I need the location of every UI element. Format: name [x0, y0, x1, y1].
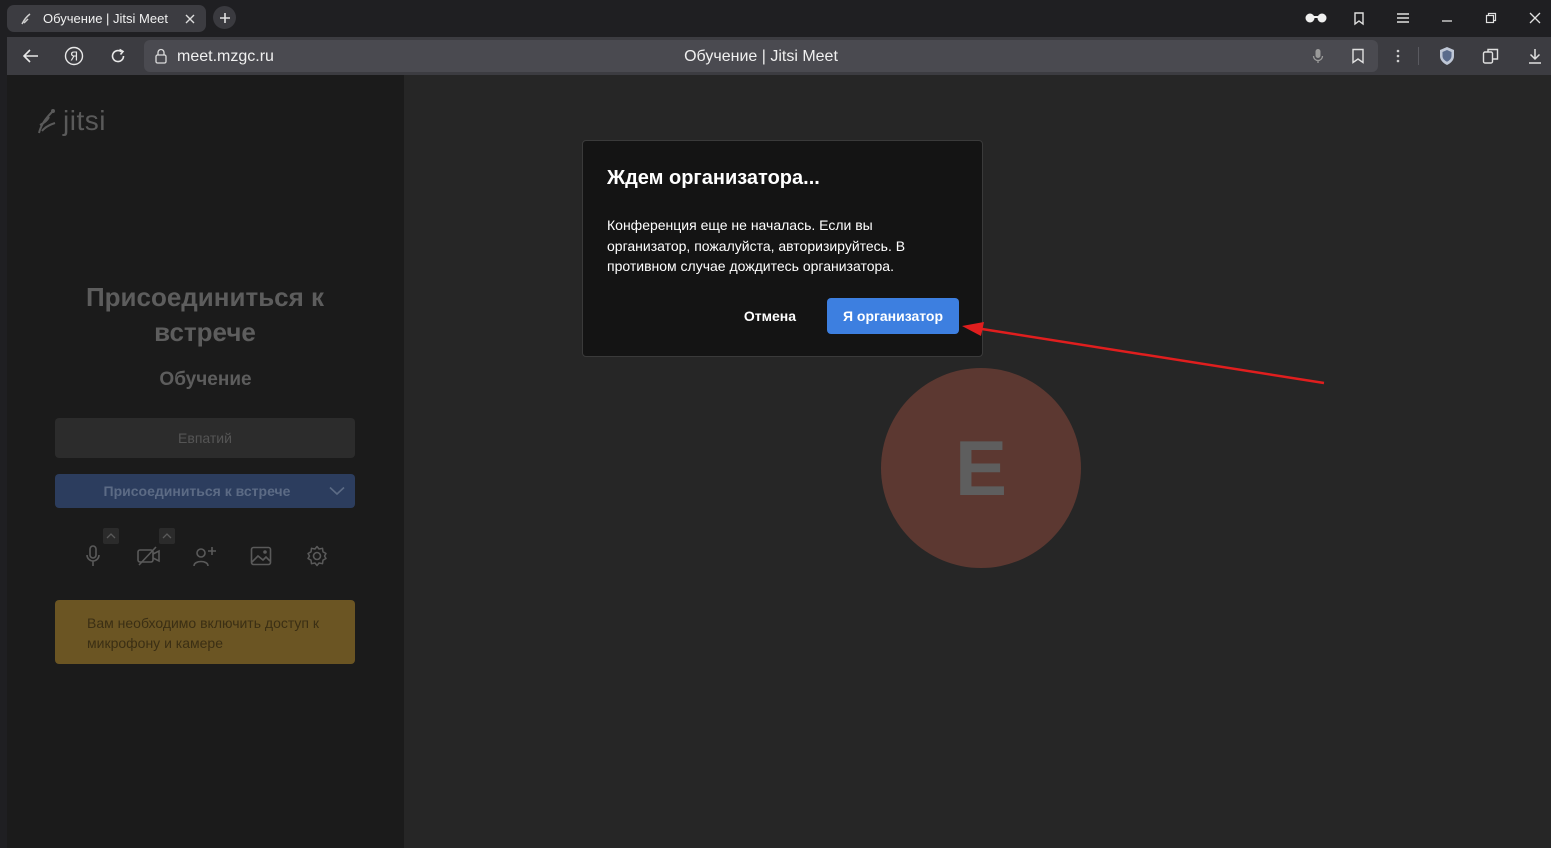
page-title: Обучение | Jitsi Meet [684, 48, 838, 65]
plus-icon [219, 12, 230, 23]
address-bar: Я meet.mzgc.ru Обучение | Jitsi Meet [7, 37, 1551, 75]
invite-icon[interactable] [191, 542, 219, 570]
i-am-host-button[interactable]: Я организатор [827, 298, 959, 334]
browser-tab[interactable]: Обучение | Jitsi Meet [7, 5, 206, 32]
menu-icon[interactable] [1392, 7, 1414, 29]
yandex-icon: Я [64, 46, 84, 66]
tab-title: Обучение | Jitsi Meet [43, 11, 168, 26]
reload-icon [111, 48, 125, 63]
protect-shield-icon[interactable] [1436, 45, 1458, 67]
settings-icon[interactable] [303, 542, 331, 570]
cancel-button[interactable]: Отмена [730, 298, 810, 334]
download-icon[interactable] [1524, 45, 1546, 67]
dialog-title: Ждем организатора... [607, 167, 820, 189]
participant-avatar: E [881, 368, 1081, 568]
close-window-icon[interactable] [1524, 7, 1546, 29]
avatar-initial: E [954, 423, 1008, 512]
camera-options-caret-icon[interactable] [159, 528, 175, 544]
prejoin-panel: jitsi Присоединиться к встрече Обучение … [7, 75, 404, 848]
microphone-icon[interactable] [79, 542, 107, 570]
display-name-input[interactable] [55, 418, 355, 458]
camera-off-icon[interactable] [135, 542, 163, 570]
jitsi-logo-text: jitsi [63, 105, 106, 136]
jitsi-logo: jitsi [35, 105, 106, 137]
prejoin-title: Присоединиться к встрече [85, 282, 325, 347]
back-button[interactable] [20, 45, 42, 67]
microphone-options-caret-icon[interactable] [103, 528, 119, 544]
tab-bar: Обучение | Jitsi Meet [0, 0, 1551, 36]
arrow-left-icon [23, 49, 38, 63]
more-options-icon[interactable] [1387, 45, 1409, 67]
meeting-name: Обучение [159, 369, 252, 390]
prejoin-toolbar [55, 528, 355, 582]
reading-mode-icon[interactable] [1303, 7, 1329, 29]
minimize-icon[interactable] [1436, 7, 1458, 29]
join-options-chevron-icon[interactable] [319, 486, 355, 496]
restore-icon[interactable] [1480, 7, 1502, 29]
jitsi-favicon-icon [19, 12, 33, 26]
voice-search-icon[interactable] [1312, 48, 1324, 69]
jitsi-logo-icon [38, 109, 56, 134]
omnibox[interactable]: meet.mzgc.ru Обучение | Jitsi Meet [144, 40, 1378, 72]
join-meeting-label: Присоединиться к встрече [103, 483, 291, 499]
toolbar-divider [1418, 47, 1419, 65]
svg-text:Я: Я [70, 50, 78, 64]
close-tab-icon[interactable] [182, 11, 198, 27]
bookmark-icon[interactable] [1351, 48, 1365, 69]
background-icon[interactable] [247, 542, 275, 570]
collections-icon[interactable] [1348, 7, 1370, 29]
reload-button[interactable] [107, 45, 129, 67]
permissions-warning: Вам необходимо включить доступ к микрофо… [55, 600, 355, 664]
dialog-body: Конференция еще не началась. Если вы орг… [607, 217, 906, 274]
waiting-for-host-dialog: Ждем организатора... Конференция еще не … [582, 140, 983, 357]
extensions-icon[interactable] [1480, 45, 1502, 67]
join-meeting-button[interactable]: Присоединиться к встрече [55, 474, 355, 508]
yandex-button[interactable]: Я [63, 45, 85, 67]
new-tab-button[interactable] [213, 6, 236, 29]
